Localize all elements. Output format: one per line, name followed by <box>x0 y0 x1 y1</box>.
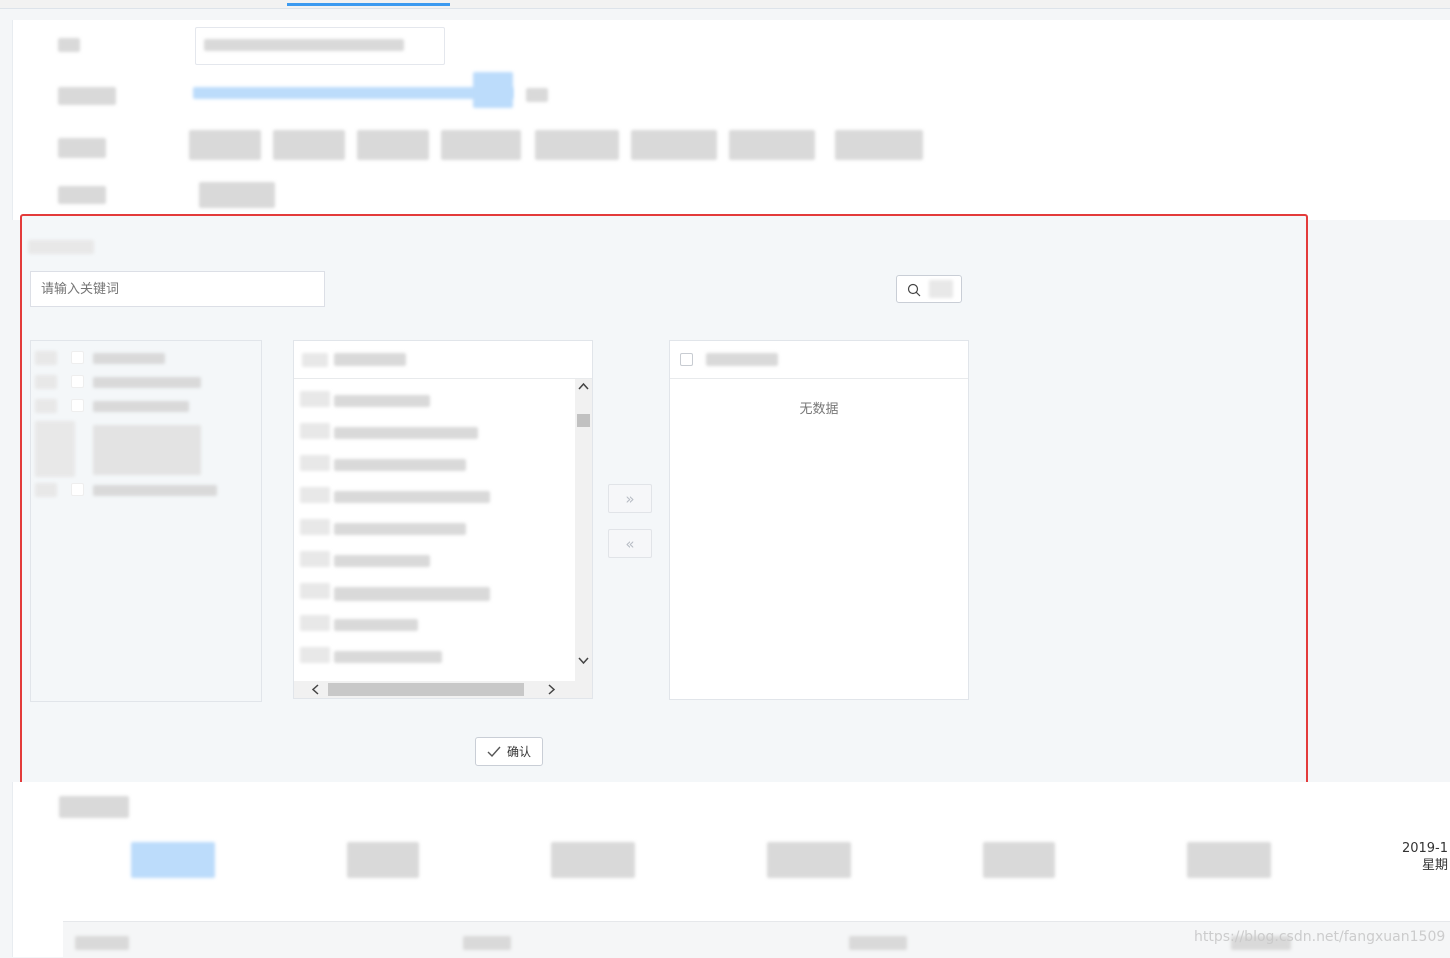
target-list: 无数据 <box>669 340 969 700</box>
target-select-all-checkbox[interactable] <box>680 353 693 366</box>
form-label-4 <box>58 186 106 204</box>
tree-checkbox[interactable] <box>71 375 84 388</box>
section-title <box>59 796 129 818</box>
chevron-down-icon[interactable] <box>578 655 589 670</box>
list-item[interactable] <box>294 613 576 635</box>
chevron-left-icon[interactable] <box>310 684 321 699</box>
tree-node-label[interactable] <box>93 425 201 475</box>
form-link-icon[interactable] <box>473 72 513 108</box>
source-list-header <box>294 341 592 379</box>
list-item[interactable] <box>294 645 576 667</box>
list-item[interactable] <box>294 581 576 603</box>
tree-checkbox[interactable] <box>71 483 84 496</box>
source-select-all[interactable] <box>302 353 328 367</box>
list-item[interactable] <box>294 549 576 571</box>
tree-checkbox[interactable] <box>71 351 84 364</box>
source-list <box>293 340 593 699</box>
option-chip[interactable] <box>189 130 261 160</box>
tree-checkbox[interactable] <box>71 399 84 412</box>
form-label-1 <box>58 38 80 52</box>
horizontal-scroll-thumb[interactable] <box>328 683 524 696</box>
schedule-tab[interactable] <box>131 842 215 878</box>
check-icon <box>487 746 501 758</box>
panel-title <box>28 240 94 254</box>
list-item[interactable] <box>294 389 576 411</box>
option-chip[interactable] <box>273 130 345 160</box>
form-link-value[interactable] <box>193 87 513 99</box>
option-chip[interactable] <box>729 130 815 160</box>
search-button-label <box>929 280 953 298</box>
form-value-4[interactable] <box>199 182 275 208</box>
option-chip[interactable] <box>357 130 429 160</box>
move-right-button[interactable]: » <box>608 484 652 513</box>
tree-toggle[interactable] <box>35 351 57 365</box>
source-list-vertical-scrollbar[interactable] <box>575 379 592 681</box>
date-line-1: 2019-1 <box>1401 841 1448 856</box>
list-item[interactable] <box>294 453 576 475</box>
tree-node-label[interactable] <box>93 377 201 388</box>
watermark-text: https://blog.csdn.net/fangxuan1509 <box>1194 929 1446 945</box>
option-chip[interactable] <box>631 130 717 160</box>
list-item[interactable] <box>294 517 576 539</box>
list-item[interactable] <box>294 485 576 507</box>
confirm-button[interactable]: 确认 <box>475 737 543 766</box>
category-tree <box>30 340 262 702</box>
schedule-tabs <box>113 840 1333 882</box>
chevron-up-icon[interactable] <box>578 381 589 396</box>
active-tab-indicator <box>287 3 450 6</box>
schedule-tab[interactable] <box>1187 842 1271 878</box>
move-left-button[interactable]: « <box>608 529 652 558</box>
search-button[interactable] <box>896 275 962 303</box>
date-display: 2019-1 星期 <box>1402 840 1448 874</box>
schedule-tab[interactable] <box>347 842 419 878</box>
option-chip[interactable] <box>535 130 619 160</box>
column-header <box>75 936 129 950</box>
tree-node-label[interactable] <box>93 485 217 496</box>
form-label-3 <box>58 138 106 158</box>
form-label-2 <box>58 87 116 105</box>
keyword-search-input[interactable] <box>30 271 325 307</box>
option-chip[interactable] <box>441 130 521 160</box>
target-list-header <box>670 341 968 379</box>
date-line-2: 星期 <box>1421 858 1448 873</box>
chevron-right-icon[interactable] <box>546 684 557 699</box>
schedule-tab[interactable] <box>983 842 1055 878</box>
column-header <box>849 936 907 950</box>
search-icon <box>907 282 921 297</box>
confirm-button-label: 确认 <box>506 745 531 759</box>
tree-node-label[interactable] <box>93 401 189 412</box>
target-list-title <box>706 353 778 366</box>
option-chip[interactable] <box>835 130 923 160</box>
empty-state-text: 无数据 <box>799 402 839 417</box>
source-list-title <box>334 353 406 366</box>
transfer-panel: » « 无数据 确认 <box>20 214 1308 791</box>
list-item[interactable] <box>294 421 576 443</box>
column-header <box>463 936 511 950</box>
schedule-tab[interactable] <box>551 842 635 878</box>
upper-form <box>12 20 1450 220</box>
source-list-items <box>294 379 576 681</box>
form-input-1[interactable] <box>195 27 445 65</box>
top-tab-bar <box>0 0 1450 9</box>
vertical-scroll-thumb[interactable] <box>577 414 590 427</box>
schedule-tab[interactable] <box>767 842 851 878</box>
tree-node-label[interactable] <box>93 353 165 364</box>
source-list-horizontal-scrollbar[interactable] <box>294 681 592 698</box>
form-options-row <box>189 130 929 162</box>
form-extra-2 <box>526 88 548 102</box>
